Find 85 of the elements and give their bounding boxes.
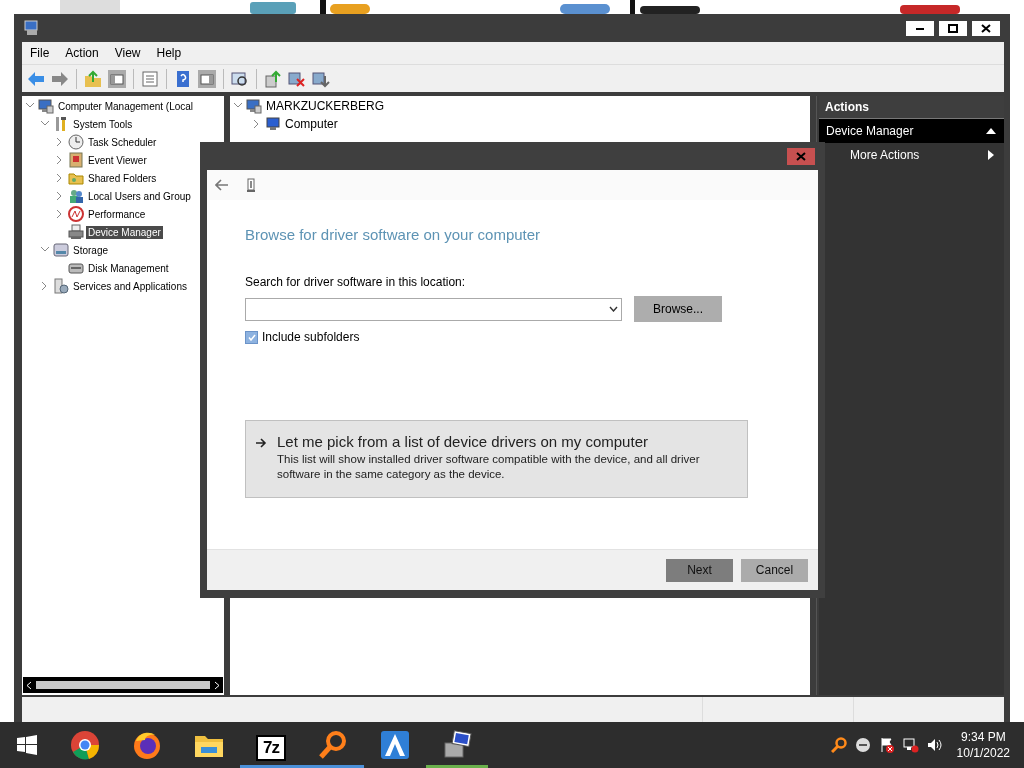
clock-time: 9:34 PM — [960, 729, 1006, 745]
actions-section[interactable]: Device Manager — [819, 119, 1004, 143]
tree-item[interactable]: Disk Management — [86, 261, 171, 275]
maximize-icon — [948, 23, 958, 33]
dialog-heading: Browse for driver software on your computer — [245, 226, 542, 243]
action-item[interactable]: More Actions — [819, 143, 1004, 167]
scrollbar[interactable] — [23, 677, 223, 693]
driver-list-option[interactable]: Let me pick from a list of device drivers on my computer This list will show installed driver software compatible with the device, and all driver software in the same category as the device. — [245, 420, 748, 498]
browse-button[interactable]: Browse... — [634, 296, 722, 322]
tree-item[interactable]: Performance — [86, 207, 148, 221]
right-arrow-icon — [256, 438, 267, 448]
magnifier-icon[interactable] — [830, 737, 847, 753]
scroll-left-icon — [26, 680, 32, 690]
actions-header: Actions — [819, 96, 1004, 119]
minimize-button[interactable] — [906, 20, 934, 36]
back-arrow-icon[interactable] — [215, 179, 229, 191]
clock-icon — [68, 134, 84, 150]
checkbox[interactable] — [245, 330, 258, 344]
maximize-button[interactable] — [939, 20, 967, 36]
close-icon — [796, 151, 806, 161]
tree-item[interactable]: Services and Applications — [71, 279, 189, 293]
tree-item[interactable]: Storage — [71, 243, 111, 257]
scan-icon[interactable] — [231, 69, 249, 88]
monitor-icon — [265, 116, 281, 132]
checkbox-label: Include subfolders — [262, 330, 360, 344]
properties-icon[interactable] — [141, 69, 159, 88]
tree-item[interactable]: Event Viewer — [86, 153, 149, 167]
action-label: More Actions — [850, 148, 920, 162]
clock-date: 10/1/2022 — [956, 745, 1010, 761]
clock[interactable]: 9:34 PM 10/1/2022 — [956, 729, 1010, 761]
tree-item[interactable]: Shared Folders — [86, 171, 159, 185]
update-driver-icon[interactable] — [264, 69, 282, 88]
users-icon — [68, 188, 84, 204]
speaker-icon[interactable] — [926, 737, 943, 753]
app-icon — [24, 20, 40, 36]
submenu-arrow-icon — [988, 150, 994, 160]
magnifier-icon — [317, 729, 349, 761]
scroll-right-icon — [214, 680, 220, 690]
log-icon — [68, 152, 84, 168]
help-icon[interactable] — [174, 69, 192, 88]
storage-icon — [53, 242, 69, 258]
field-label: Search for driver software in this location: — [245, 275, 467, 289]
network-icon[interactable] — [902, 737, 919, 753]
cancel-button[interactable]: Cancel — [741, 558, 808, 582]
tree-item[interactable]: System Tools — [71, 117, 135, 131]
checkmark-icon — [247, 333, 256, 341]
services-icon — [53, 278, 69, 294]
dropdown-caret-icon — [609, 306, 618, 312]
install-icon[interactable] — [312, 69, 330, 88]
flag-icon[interactable] — [878, 737, 895, 753]
option-description: This list will show installed driver software compatible with the device, and all driver software in the same category as the device. — [277, 452, 701, 482]
menu-item[interactable]: View — [106, 46, 149, 60]
taskbar-app[interactable]: 7z — [240, 722, 302, 768]
app-logo: 7z — [256, 735, 286, 761]
gauge-icon — [68, 206, 84, 222]
tree-item[interactable]: Device Manager — [86, 225, 163, 239]
option-title: Let me pick from a list of device drivers on my computer — [277, 433, 649, 450]
tree-item[interactable]: MARKZUCKERBERG — [264, 98, 386, 114]
next-button[interactable]: Next — [666, 558, 733, 582]
tree-item[interactable]: Local Users and Group — [86, 189, 193, 203]
device-icon — [247, 178, 255, 192]
section-label: Device Manager — [826, 124, 914, 138]
start-icon[interactable] — [17, 735, 37, 755]
folder-up-icon[interactable] — [84, 69, 102, 88]
menu-item[interactable]: File — [22, 46, 58, 60]
tree-item[interactable]: Computer — [283, 116, 340, 132]
printer-icon — [68, 224, 84, 240]
close-icon — [981, 23, 991, 33]
computer-icon — [38, 98, 54, 114]
menu-item[interactable]: Help — [148, 46, 190, 60]
computer-icon — [441, 729, 473, 761]
tree-item[interactable]: Computer Management (Local — [56, 99, 196, 113]
tools-icon — [53, 116, 69, 132]
chrome-icon — [69, 729, 101, 761]
forward-arrow-icon[interactable] — [51, 69, 69, 88]
uninstall-icon[interactable] — [288, 69, 306, 88]
minus-circle-icon[interactable] — [854, 737, 871, 753]
location-combo-field[interactable] — [245, 297, 622, 321]
action-pane-icon[interactable] — [198, 69, 216, 88]
computer-icon — [246, 98, 262, 114]
menu-item[interactable]: Action — [57, 46, 107, 60]
tree-item[interactable]: Task Scheduler — [86, 135, 159, 149]
close-button[interactable] — [972, 20, 1000, 36]
console-tree-icon[interactable] — [108, 69, 126, 88]
folder-icon — [68, 170, 84, 186]
